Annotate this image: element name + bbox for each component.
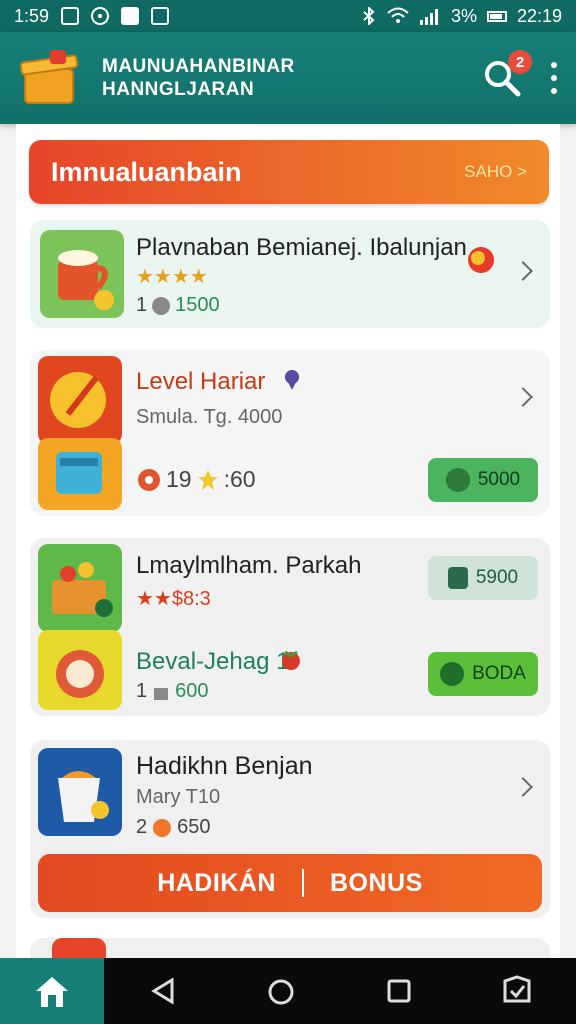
item-thumbnail-icon	[52, 938, 106, 958]
headset-icon	[445, 468, 470, 492]
list-item-meta: 1 600	[136, 680, 209, 703]
star-rating: ★★★★	[136, 264, 208, 289]
recents-square-icon	[387, 979, 411, 1003]
home-icon	[36, 977, 68, 1007]
bluetooth-icon	[363, 7, 375, 25]
star-icon	[197, 469, 218, 490]
list-item[interactable]: Level Hariar Smula. Tg. 4000 19 :60 5000	[30, 350, 550, 516]
basket-thumbnail-icon	[38, 544, 122, 632]
gear-icon	[138, 468, 160, 491]
more-vert-icon[interactable]	[550, 62, 558, 94]
meta-count: 1	[136, 680, 148, 702]
list-item-meta: 1 1500	[136, 294, 220, 317]
rating-stars: ★★★★	[136, 266, 208, 288]
app-title-line1: MAUNUAHANBINAR	[102, 56, 295, 77]
reward-button-label: BODA	[472, 663, 526, 684]
status-time: 1:59	[14, 5, 50, 26]
reward-button[interactable]: 5900	[428, 556, 538, 600]
list-item-meta: 2 650	[136, 816, 211, 839]
pin-icon	[285, 370, 299, 390]
flame-icon	[153, 818, 172, 837]
list-item-title: Plavnaban Bemianej. Ibalunjan	[136, 234, 467, 261]
bonus-left-label: HADIKÁN	[157, 868, 276, 897]
list-item-title: Lmaylmlham. Parkah	[136, 552, 362, 579]
reward-button-label: 5000	[477, 469, 521, 490]
battery-icon	[486, 10, 507, 22]
gift-icon	[154, 687, 169, 700]
meta-value: 600	[175, 680, 209, 702]
system-nav-bar	[0, 958, 576, 1024]
bonus-button[interactable]: HADIKÁN BONUS	[38, 854, 542, 912]
battery-percent: 3%	[450, 5, 477, 26]
sync-notification-icon	[91, 7, 110, 25]
meta-count: 19	[166, 466, 192, 492]
star-rating: ★★$8:3	[136, 586, 211, 611]
meta-count: 1	[136, 294, 148, 316]
list-item-title: Hadikhn Benjan	[136, 752, 313, 780]
reward-button-label: 5900	[475, 567, 519, 588]
list-item-title: Level Hariar	[136, 368, 266, 395]
compass-thumbnail-icon	[38, 356, 122, 444]
status-bar: 1:59 3% 22:19	[0, 0, 576, 32]
list-item-subtitle: Smula. Tg. 4000	[136, 406, 283, 428]
coin-icon	[152, 296, 171, 315]
meta-value: 1500	[175, 294, 220, 316]
notification-badge: 2	[508, 50, 532, 74]
bonus-divider	[301, 869, 304, 897]
list-item-title-secondary: Beval-Jehag 1	[136, 648, 290, 675]
extra-nav-button[interactable]	[458, 958, 576, 1024]
list-item[interactable]: Hadikhn Benjan Mary T10 2 650 HADIKÁN BO…	[30, 740, 550, 918]
signal-icon	[419, 9, 438, 25]
home-circle-icon	[268, 979, 294, 1005]
reward-button[interactable]: BODA	[428, 652, 538, 696]
app-notification-icon	[121, 7, 140, 25]
calculator-icon	[447, 567, 468, 589]
bonus-right-label: BONUS	[329, 868, 423, 897]
cup-thumbnail-icon	[38, 748, 122, 836]
reward-button[interactable]: 5000	[428, 458, 538, 502]
chevron-right-icon[interactable]	[513, 387, 533, 407]
promo-title: Imnualuanbain	[51, 156, 242, 187]
list-item-meta: 19 :60	[136, 466, 256, 493]
leaf-icon	[440, 662, 465, 686]
back-button[interactable]	[104, 958, 222, 1024]
chevron-right-icon[interactable]	[513, 261, 533, 281]
gift-box-logo-icon[interactable]	[18, 46, 82, 110]
app-bar: MAUNUAHANBINAR HANNGLJARAN 2	[0, 32, 576, 124]
list-item-subtitle: Mary T10	[136, 786, 221, 808]
list-item[interactable]	[30, 938, 550, 958]
meta-value: :60	[223, 466, 256, 492]
status-extra: 22:19	[516, 5, 562, 26]
meta-value: 650	[177, 816, 211, 838]
shield-check-icon	[503, 975, 531, 1003]
download-notification-icon	[151, 7, 170, 25]
app-title: MAUNUAHANBINAR HANNGLJARAN	[102, 55, 295, 101]
wifi-icon	[387, 7, 409, 23]
fire-badge-icon	[468, 247, 494, 273]
list-item[interactable]: Plavnaban Bemianej. Ibalunjan ★★★★ 1 150…	[30, 220, 550, 328]
clock-thumbnail-icon	[38, 630, 122, 710]
app-title-line2: HANNGLJARAN	[102, 79, 255, 100]
back-triangle-icon	[151, 977, 174, 1005]
recents-button[interactable]	[340, 958, 458, 1024]
home-tab[interactable]	[0, 958, 104, 1024]
strawberry-icon	[282, 650, 300, 670]
main-content: Imnualuanbain SAHO > Plavnaban Bemianej.…	[16, 124, 560, 958]
home-button[interactable]	[222, 958, 340, 1024]
mug-thumbnail-icon	[40, 230, 124, 318]
tablet-thumbnail-icon	[38, 438, 122, 510]
promo-banner[interactable]: Imnualuanbain SAHO >	[29, 140, 549, 204]
chevron-right-icon[interactable]	[513, 777, 533, 797]
promo-action-link[interactable]: SAHO >	[464, 162, 527, 182]
rating-stars: ★★$8:3	[136, 588, 211, 610]
search-button[interactable]: 2	[482, 50, 532, 98]
list-item[interactable]: Lmaylmlham. Parkah ★★$8:3 5900 Beval-Jeh…	[30, 538, 550, 716]
gallery-notification-icon	[61, 7, 80, 25]
meta-count: 2	[136, 816, 148, 838]
